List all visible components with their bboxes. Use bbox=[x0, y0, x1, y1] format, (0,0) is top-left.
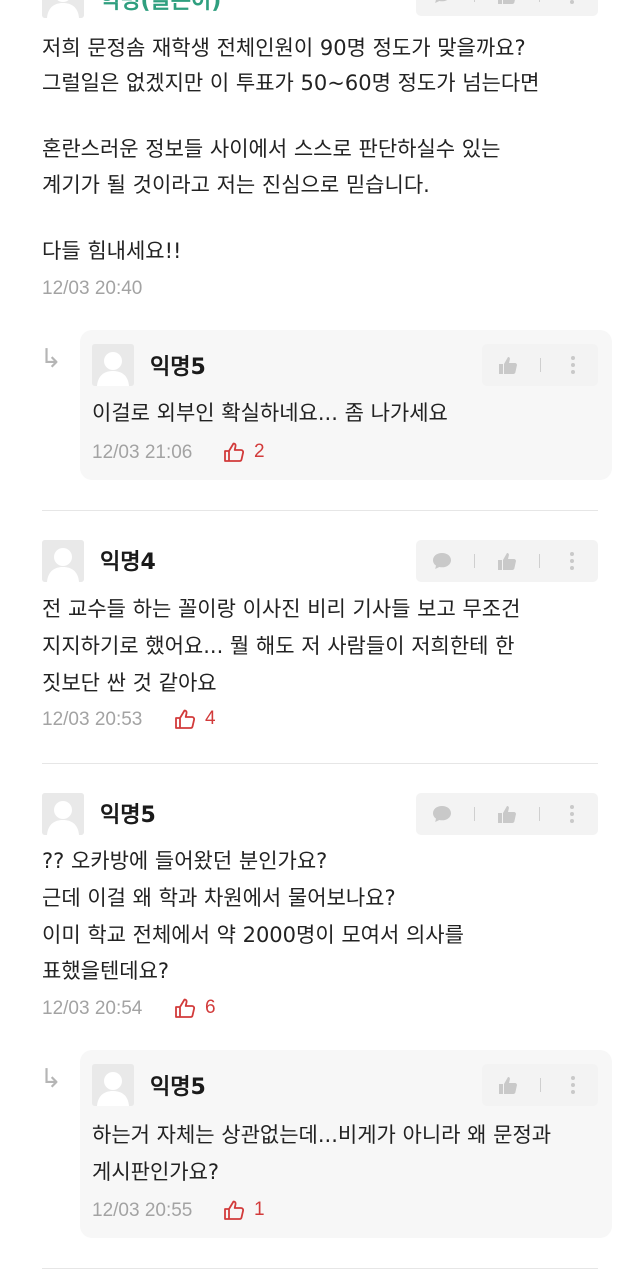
thumbs-up-outline-icon bbox=[175, 998, 196, 1018]
comment-timestamp: 12/03 20:54 bbox=[42, 998, 143, 1019]
vote-count-label: 4 bbox=[205, 708, 216, 729]
avatar bbox=[42, 540, 84, 582]
comment-actions bbox=[482, 344, 598, 386]
reply-arrow-icon: ↳ bbox=[40, 344, 62, 374]
comment-text-line: 계기가 될 것이라고 저는 진심으로 믿습니다. bbox=[42, 173, 430, 197]
thumbs-up-icon bbox=[497, 0, 515, 4]
comment-timestamp: 12/03 20:53 bbox=[42, 709, 143, 730]
comment-actions bbox=[416, 793, 598, 835]
comment-text-line: 표했을텐데요? bbox=[42, 959, 170, 983]
like-button[interactable] bbox=[488, 0, 526, 16]
vote-count: 2 bbox=[222, 440, 265, 464]
comment-text-line: 이걸로 외부인 확실하네요... 좀 나가세요 bbox=[92, 401, 448, 425]
comment-actions bbox=[416, 540, 598, 582]
comment-button[interactable] bbox=[423, 0, 461, 16]
comment-author: 익명5 bbox=[150, 1075, 206, 1100]
comment-text-line: 하는거 자체는 상관없는데...비게가 아니라 왜 문정과 bbox=[92, 1123, 552, 1147]
more-vertical-icon bbox=[570, 356, 575, 374]
comment-button[interactable] bbox=[423, 540, 461, 582]
reply-comment: 익명5 하는거 자체는 상관없는데...비게가 아니라 왜 문정과 게시판인가요… bbox=[80, 1050, 612, 1238]
comment-author: 익명5 bbox=[100, 803, 156, 828]
comment-text-line: 이미 학교 전체에서 약 2000명이 모여서 의사를 bbox=[42, 923, 464, 947]
avatar bbox=[42, 793, 84, 835]
divider bbox=[42, 1268, 598, 1269]
comment-timestamp: 12/03 20:40 bbox=[42, 278, 143, 299]
vote-count-label: 6 bbox=[205, 997, 216, 1018]
thumbs-up-outline-icon bbox=[224, 1200, 245, 1220]
speech-bubble-icon bbox=[434, 0, 447, 3]
thumbs-up-icon bbox=[498, 1077, 517, 1094]
comment-text-line: 혼란스러운 정보들 사이에서 스스로 판단하실수 있는 bbox=[42, 137, 501, 161]
thumbs-up-outline-icon bbox=[224, 442, 245, 462]
comment-text-line: 지지하기로 했어요... 뭘 해도 저 사람들이 저희한테 한 bbox=[42, 634, 515, 658]
vote-count: 1 bbox=[222, 1198, 265, 1222]
speech-bubble-icon bbox=[432, 553, 451, 569]
comment-text-line: 짓보단 싼 것 같아요 bbox=[42, 671, 217, 695]
comment-actions bbox=[416, 0, 598, 16]
more-button[interactable] bbox=[554, 344, 592, 386]
more-vertical-icon bbox=[570, 805, 575, 823]
comment-actions bbox=[482, 1064, 598, 1106]
vote-count-label: 1 bbox=[254, 1199, 265, 1220]
thumbs-up-icon bbox=[497, 553, 516, 570]
like-button[interactable] bbox=[489, 1064, 527, 1106]
thumbs-up-icon bbox=[498, 357, 517, 374]
reply-arrow-icon: ↳ bbox=[40, 1064, 62, 1094]
divider bbox=[42, 510, 598, 511]
comment-timestamp: 12/03 21:06 bbox=[92, 442, 193, 463]
thumbs-up-outline-icon bbox=[175, 709, 196, 729]
comment-text-line: 그럴일은 없겠지만 이 투표가 50~60명 정도가 넘는다면 bbox=[42, 71, 540, 95]
comment-text-line: 전 교수들 하는 꼴이랑 이사진 비리 기사들 보고 무조건 bbox=[42, 597, 521, 621]
more-vertical-icon bbox=[570, 1076, 575, 1094]
comment-button[interactable] bbox=[423, 793, 461, 835]
more-button[interactable] bbox=[553, 540, 591, 582]
divider bbox=[42, 763, 598, 764]
more-vertical-icon bbox=[570, 552, 575, 570]
vote-count: 4 bbox=[173, 707, 216, 731]
comment-author: 익명(글쓴이) bbox=[100, 0, 222, 14]
avatar bbox=[42, 0, 84, 18]
comment-text-line: 게시판인가요? bbox=[92, 1160, 220, 1184]
comment-text-line: 다들 힘내세요!! bbox=[42, 239, 182, 263]
more-button[interactable] bbox=[553, 793, 591, 835]
more-vertical-icon bbox=[570, 0, 575, 4]
comment-text-line: 근데 이걸 왜 학과 차원에서 물어보나요? bbox=[42, 886, 396, 910]
comment-text-line: 저희 문정솜 재학생 전체인원이 90명 정도가 맞을까요? bbox=[42, 36, 526, 60]
comment-author: 익명4 bbox=[100, 550, 156, 575]
comment-author: 익명5 bbox=[150, 355, 206, 380]
like-button[interactable] bbox=[488, 540, 526, 582]
vote-count: 6 bbox=[173, 996, 216, 1020]
like-button[interactable] bbox=[489, 344, 527, 386]
speech-bubble-icon bbox=[432, 806, 451, 822]
reply-comment: 익명5 이걸로 외부인 확실하네요... 좀 나가세요 12/03 21:06 … bbox=[80, 330, 612, 480]
comment-thread: 익명(글쓴이) 저희 문정솜 재학생 전체인원이 90명 정도가 맞을까요? 그… bbox=[0, 0, 640, 1280]
avatar bbox=[92, 344, 134, 386]
more-button[interactable] bbox=[554, 1064, 592, 1106]
comment-timestamp: 12/03 20:55 bbox=[92, 1200, 193, 1221]
more-button[interactable] bbox=[553, 0, 591, 16]
like-button[interactable] bbox=[488, 793, 526, 835]
comment-text-line: ?? 오카방에 들어왔던 분인가요? bbox=[42, 849, 328, 873]
vote-count-label: 2 bbox=[254, 441, 265, 462]
thumbs-up-icon bbox=[497, 806, 516, 823]
avatar bbox=[92, 1064, 134, 1106]
